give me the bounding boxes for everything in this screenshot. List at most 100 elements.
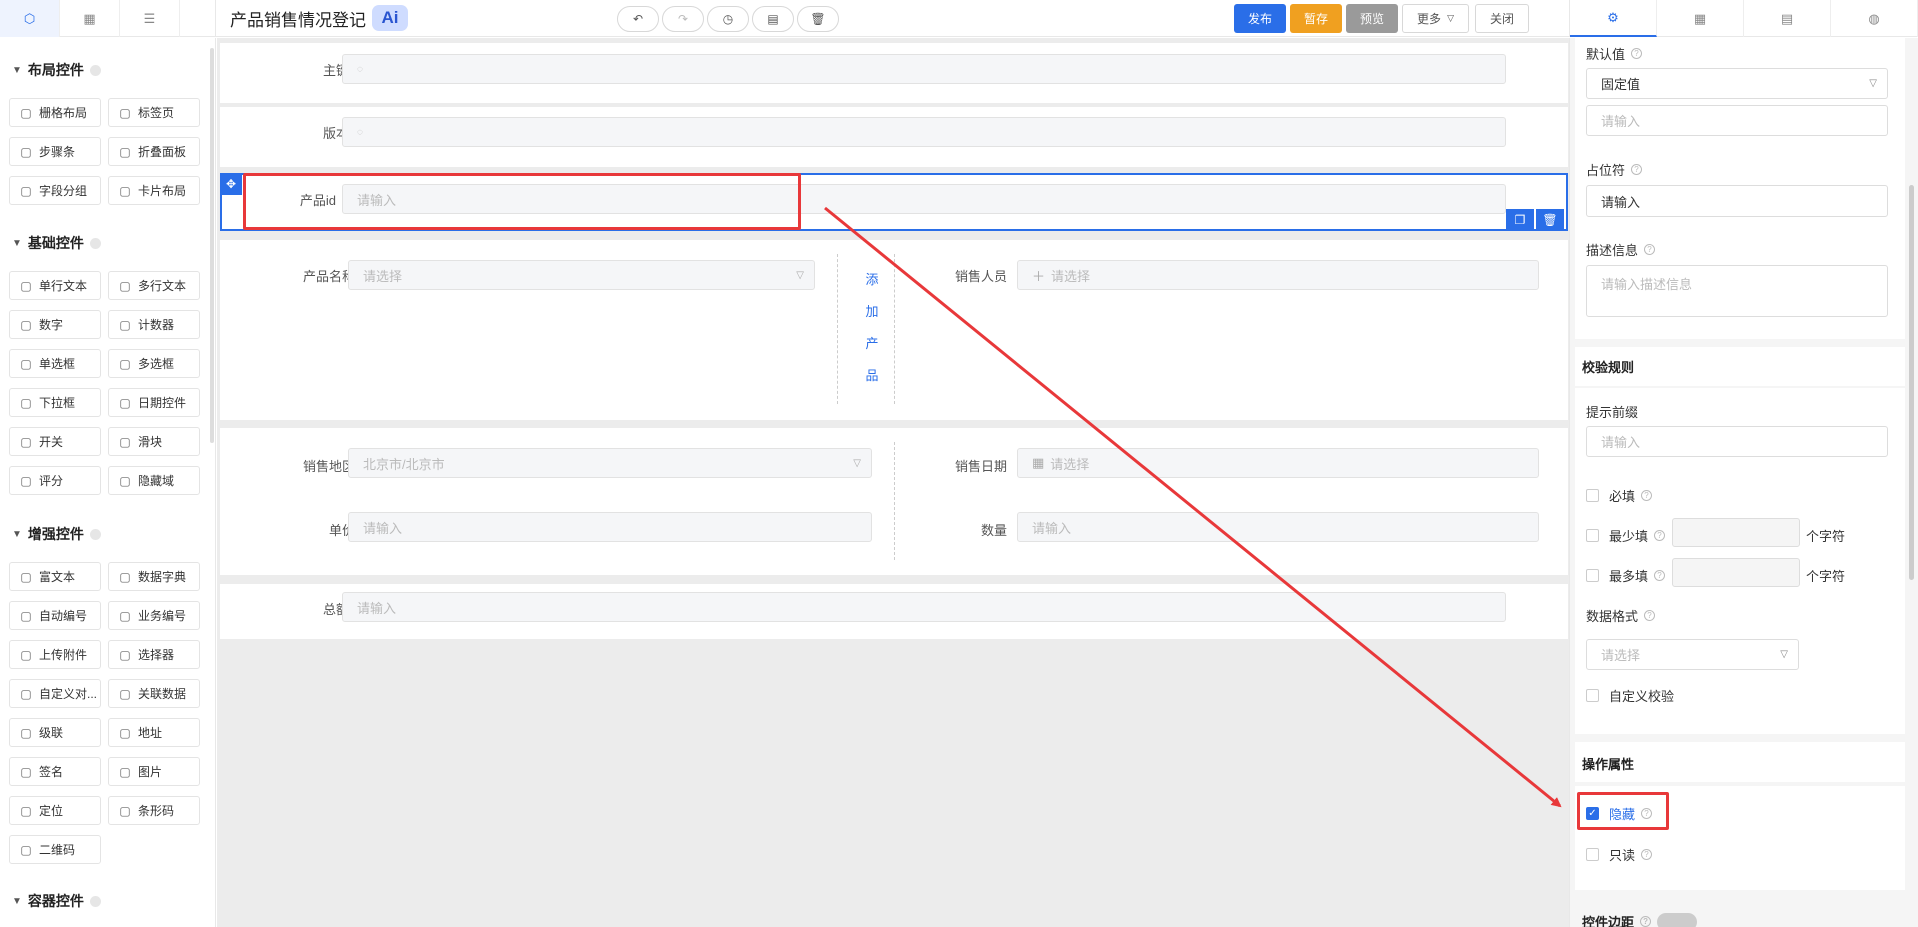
version-input[interactable]: ◌ — [342, 117, 1506, 147]
total-label: 总额 — [322, 602, 349, 617]
component-signature[interactable]: ▢ 签名 — [9, 757, 101, 786]
component-collapse[interactable]: ▢ 折叠面板 — [108, 137, 200, 166]
publish-button[interactable]: 发布 — [1234, 4, 1287, 33]
min-length-checkbox[interactable] — [1586, 529, 1599, 542]
component-cascade[interactable]: ▢ 级联 — [9, 718, 101, 747]
add-product-button[interactable]: 添 加 产 品 — [862, 264, 882, 392]
component-counter[interactable]: ▢ 计数器 — [108, 310, 200, 339]
trash-icon: 🗑 — [810, 12, 826, 26]
description-textarea[interactable]: 请输入描述信息 — [1586, 265, 1888, 317]
primary-key-input[interactable]: ◌ — [342, 54, 1506, 84]
prefix-input[interactable]: 请输入 — [1586, 426, 1888, 457]
max-length-checkbox[interactable] — [1586, 569, 1599, 582]
min-length-stepper[interactable] — [1672, 518, 1800, 547]
component-card[interactable]: ▢ 卡片布局 — [108, 176, 200, 205]
readonly-option[interactable]: 只读? — [1586, 845, 1653, 864]
datasource-tab[interactable]: ☰ — [120, 0, 180, 37]
component-label: 选择器 — [138, 648, 175, 662]
custom-validation-option[interactable]: 自定义校验 — [1586, 686, 1674, 705]
component-richtext[interactable]: ▢ 富文本 — [9, 562, 101, 591]
paste-button[interactable]: ▤ — [752, 6, 794, 32]
clear-button[interactable]: 🗑 — [797, 6, 839, 32]
row-primary-key[interactable]: 主键 ◌ — [220, 43, 1568, 103]
component-label: 滑块 — [138, 435, 163, 449]
component-custom-dialog[interactable]: ▢ 自定义对... — [9, 679, 101, 708]
redo-button[interactable]: ↷ — [662, 6, 704, 32]
component-field-group[interactable]: ▢ 字段分组 — [9, 176, 101, 205]
sale-date-picker[interactable]: ▦ 请选择 — [1017, 448, 1539, 478]
component-link[interactable]: ▢ 关联数据 — [108, 679, 200, 708]
delete-field-icon[interactable]: 🗑 — [1536, 209, 1564, 231]
drag-handle-icon[interactable]: ✥ — [220, 173, 242, 195]
component-radio[interactable]: ▢ 单选框 — [9, 349, 101, 378]
unit-price-input[interactable]: 请输入 — [348, 512, 872, 542]
field-settings-tab[interactable]: ⚙ — [1570, 0, 1657, 37]
row-product-table[interactable]: 产品名称 请选择 ▽ 添 加 产 品 销售人员 ＋ 请选择 — [220, 240, 1568, 420]
placeholder-input[interactable]: 请输入 — [1586, 185, 1888, 217]
data-format-select[interactable]: 请选择 ▽ — [1586, 639, 1799, 670]
more-button[interactable]: 更多 ▽ — [1402, 4, 1469, 33]
component-auto-number[interactable]: ▢ 自动编号 — [9, 601, 101, 630]
preview-button[interactable]: 预览 — [1346, 4, 1399, 33]
theme-settings-tab[interactable]: ◍ — [1831, 0, 1918, 37]
component-location[interactable]: ▢ 地址 — [108, 718, 200, 747]
component-star[interactable]: ▢ 评分 — [9, 466, 101, 495]
components-tab[interactable]: ⬡ — [0, 0, 60, 37]
component-textarea[interactable]: ▢ 多行文本 — [108, 271, 200, 300]
history-button[interactable]: ◷ — [707, 6, 749, 32]
quantity-input[interactable]: 请输入 — [1017, 512, 1539, 542]
component-tabs[interactable]: ▢ 标签页 — [108, 98, 200, 127]
component-calendar[interactable]: ▢ 日期控件 — [108, 388, 200, 417]
component-business-number[interactable]: ▢ 业务编号 — [108, 601, 200, 630]
row-sales-details[interactable]: 销售地区 北京市/北京市 ▽ 单价 请输入 销售日期 ▦ 请选择 数量 请输入 — [220, 428, 1568, 575]
product-name-select[interactable]: 请选择 ▽ — [348, 260, 815, 290]
custom-validation-checkbox[interactable] — [1586, 689, 1599, 702]
left-scrollbar[interactable] — [210, 48, 214, 443]
component-grid-layout[interactable]: ▢ 栅格布局 — [9, 98, 101, 127]
group-header[interactable]: ▼ 基础控件 — [12, 233, 101, 253]
default-value-input[interactable]: 请输入 — [1586, 105, 1888, 136]
max-length-stepper[interactable] — [1672, 558, 1800, 587]
save-draft-button[interactable]: 暂存 — [1290, 4, 1343, 33]
component-text[interactable]: ▢ 单行文本 — [9, 271, 101, 300]
copy-field-icon[interactable]: ❐ — [1506, 209, 1534, 231]
row-version[interactable]: 版本 ◌ — [220, 107, 1568, 167]
ai-button[interactable]: Ai — [372, 5, 408, 31]
readonly-checkbox[interactable] — [1586, 848, 1599, 861]
component-switch[interactable]: ▢ 开关 — [9, 427, 101, 456]
max-length-option[interactable]: 最多填? — [1586, 566, 1666, 585]
component-number[interactable]: ▢ 数字 — [9, 310, 101, 339]
form-settings-tab[interactable]: ▤ — [1744, 0, 1831, 37]
group-header[interactable]: ▼ 容器控件 — [12, 891, 101, 911]
component-upload[interactable]: ▢ 上传附件 — [9, 640, 101, 669]
calendar-icon: ▢ — [119, 395, 131, 410]
templates-tab[interactable]: ▦ — [60, 0, 120, 37]
component-eye-off[interactable]: ▢ 隐藏域 — [108, 466, 200, 495]
component-selector[interactable]: ▢ 选择器 — [108, 640, 200, 669]
component-select[interactable]: ▢ 下拉框 — [9, 388, 101, 417]
required-option[interactable]: 必填? — [1586, 486, 1653, 505]
component-dictionary[interactable]: ▢ 数据字典 — [108, 562, 200, 591]
component-checkbox[interactable]: ▢ 多选框 — [108, 349, 200, 378]
group-header[interactable]: ▼ 增强控件 — [12, 524, 101, 544]
salesperson-select[interactable]: ＋ 请选择 — [1017, 260, 1539, 290]
region-select[interactable]: 北京市/北京市 ▽ — [348, 448, 872, 478]
close-button[interactable]: 关闭 — [1474, 4, 1529, 33]
min-length-option[interactable]: 最少填? — [1586, 526, 1666, 545]
total-input[interactable]: 请输入 — [342, 592, 1506, 622]
action-buttons: 发布 暂存 预览 更多 ▽ 关闭 — [1234, 4, 1529, 33]
margin-toggle[interactable] — [1657, 912, 1698, 927]
default-value-mode-select[interactable]: 固定值 ▽ — [1586, 68, 1888, 99]
component-qrcode[interactable]: ▢ 二维码 — [9, 835, 101, 864]
layout-settings-tab[interactable]: ▦ — [1657, 0, 1744, 37]
right-scrollbar[interactable] — [1909, 185, 1914, 580]
component-steps[interactable]: ▢ 步骤条 — [9, 137, 101, 166]
component-image[interactable]: ▢ 图片 — [108, 757, 200, 786]
row-total[interactable]: 总额 请输入 — [220, 584, 1568, 639]
component-locate[interactable]: ▢ 定位 — [9, 796, 101, 825]
group-header[interactable]: ▼ 布局控件 — [12, 60, 101, 80]
component-barcode[interactable]: ▢ 条形码 — [108, 796, 200, 825]
undo-button[interactable]: ↶ — [617, 6, 659, 32]
component-slider[interactable]: ▢ 滑块 — [108, 427, 200, 456]
required-checkbox[interactable] — [1586, 489, 1599, 502]
